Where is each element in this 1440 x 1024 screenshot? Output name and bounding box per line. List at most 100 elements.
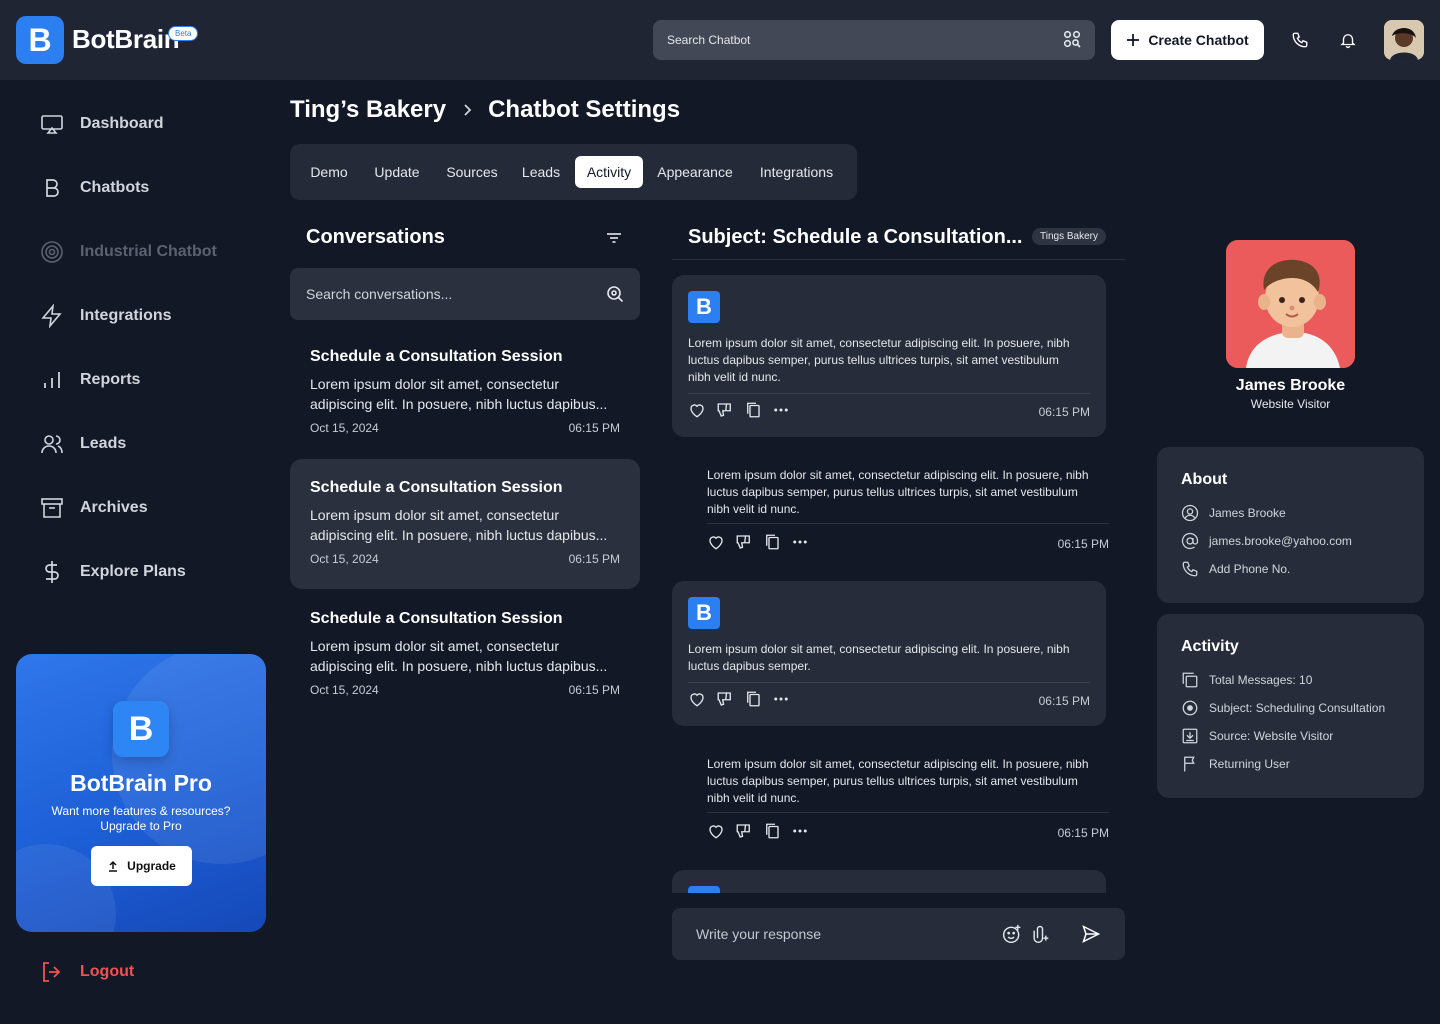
divider bbox=[688, 393, 1090, 394]
download-box-icon bbox=[1181, 727, 1199, 745]
message-line: Lorem ipsum dolor sit amet, consectetur … bbox=[707, 468, 1089, 482]
activity-card: Activity Total Messages: 10 Subject: Sch… bbox=[1157, 614, 1424, 798]
breadcrumb: Ting’s Bakery Chatbot Settings bbox=[290, 96, 680, 124]
breadcrumb-parent[interactable]: Ting’s Bakery bbox=[290, 96, 446, 124]
sidebar-item-label: Dashboard bbox=[80, 115, 164, 132]
phone-icon[interactable] bbox=[1288, 28, 1312, 52]
tab-leads[interactable]: Leads bbox=[514, 156, 568, 188]
sidebar-item-dashboard[interactable]: Dashboard bbox=[40, 112, 164, 136]
sidebar-item-label: Archives bbox=[80, 499, 148, 516]
heart-icon[interactable] bbox=[707, 822, 725, 840]
pro-title: BotBrain Pro bbox=[70, 770, 212, 796]
users-icon bbox=[40, 432, 64, 456]
message-line: luctus dapibus semper. bbox=[688, 659, 811, 673]
conversation-search-placeholder: Search conversations... bbox=[306, 286, 453, 302]
about-name-row: James Brooke bbox=[1181, 504, 1286, 522]
conversation-preview: Lorem ipsum dolor sit amet, consectetur a… bbox=[310, 636, 620, 676]
conversation-date: Oct 15, 2024 bbox=[310, 552, 379, 566]
thumbs-down-icon[interactable] bbox=[716, 401, 734, 419]
chatbot-search[interactable]: Search Chatbot bbox=[653, 20, 1095, 60]
pro-logo: B bbox=[113, 701, 169, 757]
preview-line: adipiscing elit. In posuere, nibh luctus… bbox=[310, 527, 608, 543]
activity-title: Activity bbox=[1181, 638, 1239, 655]
pro-upgrade-card: B BotBrain Pro Want more features & reso… bbox=[16, 654, 266, 932]
preview-line: adipiscing elit. In posuere, nibh luctus… bbox=[310, 658, 608, 674]
about-email: james.brooke@yahoo.com bbox=[1209, 534, 1352, 548]
more-icon[interactable] bbox=[791, 822, 809, 840]
copy-icon[interactable] bbox=[744, 690, 762, 708]
message-actions bbox=[707, 533, 809, 551]
tab-activity[interactable]: Activity bbox=[575, 156, 643, 188]
activity-total-messages-label: Total Messages: 10 bbox=[1209, 673, 1313, 687]
bar-chart-icon bbox=[40, 368, 64, 392]
copy-icon[interactable] bbox=[763, 533, 781, 551]
visitor-message: Lorem ipsum dolor sit amet, consectetur … bbox=[691, 449, 1109, 559]
thumbs-down-icon[interactable] bbox=[735, 533, 753, 551]
upload-arrow-icon bbox=[109, 860, 118, 872]
sidebar-item-chatbots[interactable]: Chatbots bbox=[40, 176, 149, 200]
message-text: Lorem ipsum dolor sit amet, consectetur … bbox=[707, 756, 1089, 807]
response-composer bbox=[672, 908, 1125, 960]
heart-icon[interactable] bbox=[688, 690, 706, 708]
sidebar-item-integrations[interactable]: Integrations bbox=[40, 304, 172, 328]
activity-total-messages: Total Messages: 10 bbox=[1181, 671, 1312, 689]
more-icon[interactable] bbox=[772, 401, 790, 419]
more-icon[interactable] bbox=[791, 533, 809, 551]
upgrade-button[interactable]: Upgrade bbox=[91, 846, 192, 886]
conversation-item-selected[interactable]: Schedule a Consultation Session Lorem ip… bbox=[290, 459, 640, 589]
user-avatar[interactable] bbox=[1384, 20, 1424, 60]
heart-icon[interactable] bbox=[707, 533, 725, 551]
search-grid-icon[interactable] bbox=[1063, 30, 1081, 51]
search-icon[interactable] bbox=[606, 285, 624, 303]
message-line: nibh velit id nunc. bbox=[707, 502, 800, 516]
sidebar-item-reports[interactable]: Reports bbox=[40, 368, 140, 392]
response-input[interactable] bbox=[696, 908, 986, 960]
message-actions bbox=[688, 401, 790, 419]
preview-line: adipiscing elit. In posuere, nibh luctus… bbox=[310, 396, 608, 412]
tab-update[interactable]: Update bbox=[366, 156, 428, 188]
message-time: 06:15 PM bbox=[1057, 826, 1109, 840]
create-chatbot-button[interactable]: Create Chatbot bbox=[1111, 20, 1264, 60]
emoji-icon[interactable] bbox=[1002, 924, 1022, 944]
conversation-item[interactable]: Schedule a Consultation Session Lorem ip… bbox=[290, 590, 640, 720]
about-title: About bbox=[1181, 471, 1228, 488]
logout-button[interactable]: Logout bbox=[40, 960, 134, 984]
add-phone-row[interactable]: Add Phone No. bbox=[1181, 560, 1290, 578]
copy-icon[interactable] bbox=[744, 401, 762, 419]
tab-appearance[interactable]: Appearance bbox=[651, 156, 739, 188]
copy-icon[interactable] bbox=[763, 822, 781, 840]
thumbs-down-icon[interactable] bbox=[735, 822, 753, 840]
sidebar-item-label: Integrations bbox=[80, 307, 172, 324]
attach-icon[interactable] bbox=[1030, 924, 1050, 944]
sidebar-item-archives[interactable]: Archives bbox=[40, 496, 148, 520]
more-icon[interactable] bbox=[772, 690, 790, 708]
filter-icon[interactable] bbox=[604, 228, 624, 253]
heart-icon[interactable] bbox=[688, 401, 706, 419]
phone-icon bbox=[1181, 560, 1199, 578]
logout-label: Logout bbox=[80, 963, 135, 980]
bell-icon[interactable] bbox=[1336, 28, 1360, 52]
tab-integrations[interactable]: Integrations bbox=[749, 156, 844, 188]
monitor-icon bbox=[40, 112, 64, 136]
activity-returning-label: Returning User bbox=[1209, 757, 1290, 771]
tab-sources[interactable]: Sources bbox=[438, 156, 506, 188]
sidebar-item-leads[interactable]: Leads bbox=[40, 432, 126, 456]
message-line: nibh velit id nunc. bbox=[688, 370, 781, 384]
sidebar-item-industrial-chatbot[interactable]: Industrial Chatbot bbox=[40, 240, 217, 264]
sidebar-item-explore-plans[interactable]: Explore Plans bbox=[40, 560, 186, 584]
conversation-search[interactable]: Search conversations... bbox=[290, 268, 640, 320]
chatbot-tag: Tings Bakery bbox=[1032, 228, 1106, 245]
app-logo[interactable]: B bbox=[16, 16, 64, 64]
tab-demo[interactable]: Demo bbox=[302, 156, 356, 188]
conversation-date: Oct 15, 2024 bbox=[310, 683, 379, 697]
thumbs-down-icon[interactable] bbox=[716, 690, 734, 708]
sidebar-item-label: Chatbots bbox=[80, 179, 150, 196]
message-time: 06:15 PM bbox=[1057, 537, 1109, 551]
send-icon[interactable] bbox=[1081, 924, 1101, 944]
conversation-time: 06:15 PM bbox=[568, 421, 620, 435]
about-email-row[interactable]: james.brooke@yahoo.com bbox=[1181, 532, 1352, 550]
at-sign-icon bbox=[1181, 532, 1199, 550]
chat-messages[interactable]: B Lorem ipsum dolor sit amet, consectetu… bbox=[672, 275, 1125, 893]
divider bbox=[707, 523, 1109, 524]
conversation-item[interactable]: Schedule a Consultation Session Lorem ip… bbox=[290, 328, 640, 458]
